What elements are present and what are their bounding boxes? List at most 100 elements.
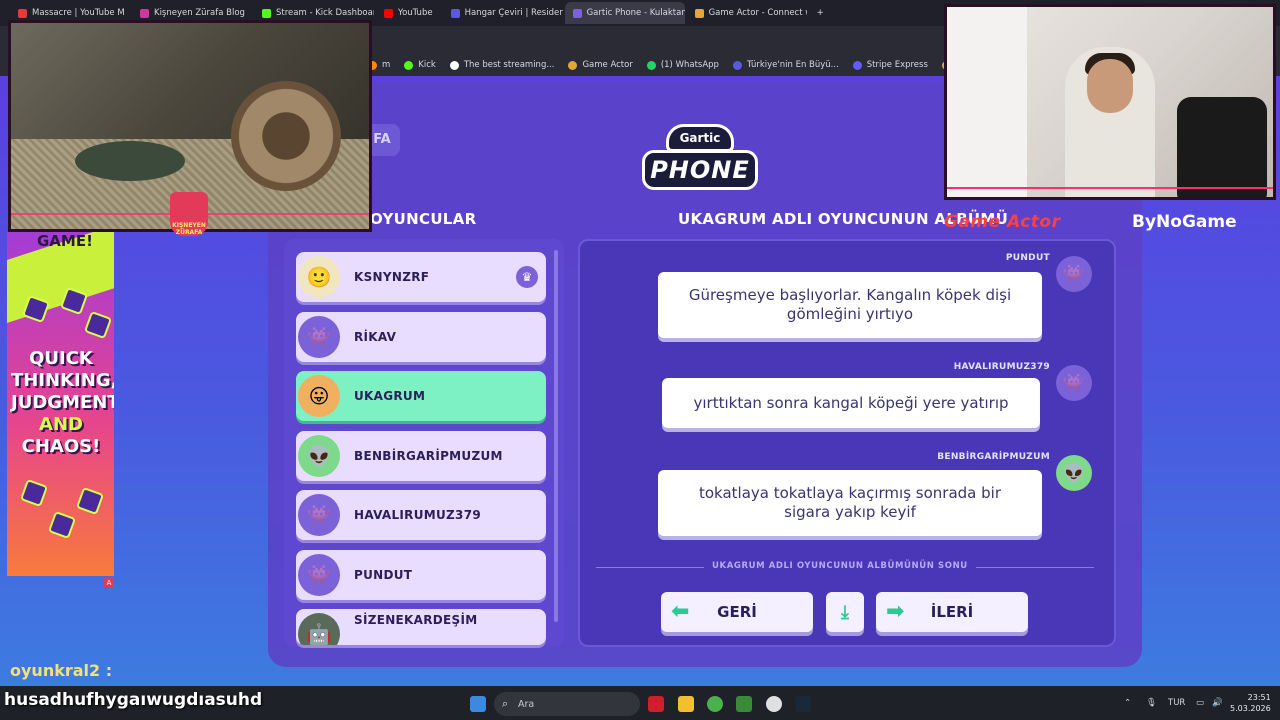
bookmark-item[interactable]: Stripe Express [852,60,928,70]
player-avatar-icon: 🤖 [298,613,340,645]
crown-icon: ♛ [516,266,538,288]
player-item[interactable]: 👾 PUNDUT [296,549,546,600]
tab-label: Kişneyen Zürafa Blog [154,8,245,18]
clock-date: 5.03.2026 [1230,704,1271,713]
bookmark-item[interactable]: Türkiye'nin En Büyü... [732,60,839,70]
new-tab-button[interactable]: + [809,2,832,24]
water-bowl [75,141,185,181]
player-item[interactable]: 🙂 KSNYNZRF ♛ [296,252,546,302]
next-button[interactable]: ➡ İLERİ [876,592,1028,632]
browser-tab[interactable]: Gartic Phone - Kulaktan K [564,2,685,24]
album-entry-author: HAVALIRUMUZ379 [953,362,1050,372]
album-end-text: UKAGRUM ADLI OYUNCUNUN ALBÜMÜNÜN SONU [704,561,976,571]
album-entry-avatar-icon: 👽 [1056,455,1092,491]
chat-message: husadhufhygaıwugdıasuhd [4,690,263,710]
opera-icon[interactable] [648,696,664,712]
player-avatar-icon: 🙂 [298,256,340,298]
bookmark-favicon-icon [404,60,414,70]
back-button[interactable]: ⬅ GERİ [661,592,813,632]
tab-favicon-icon [18,8,27,18]
ad-top-text: GAME! [37,232,93,250]
tab-favicon-icon [450,8,460,18]
album-entry-author: PUNDUT [1005,253,1050,263]
taskbar-clock[interactable]: 23:51 5.03.2026 [1230,692,1271,714]
ad-line-4: AND [39,414,83,435]
player-item[interactable]: 👾 HAVALIRUMUZ379 [296,490,546,540]
back-button-label: GERİ [717,603,757,621]
player-item[interactable]: 😛 UKAGRUM [296,371,546,421]
player-item[interactable]: 🤖 SİZENEKARDEŞİM [296,609,546,645]
browser-tab[interactable]: Game Actor - Connect wit [687,2,807,24]
card-icon [83,310,113,340]
player-name: PUNDUT [354,567,413,582]
download-button[interactable]: ⤓ [826,592,864,632]
bookmark-favicon-icon [568,60,578,70]
card-icon [19,478,49,508]
player-avatar-icon: 👾 [298,494,340,536]
player-name: RİKAV [354,329,397,344]
streamer-head [1087,59,1133,113]
exercise-wheel [231,81,341,191]
player-avatar-icon: 👾 [298,553,340,596]
chat-username: oyunkral2 : [10,661,113,680]
album-entry-avatar-icon: 👾 [1056,256,1092,292]
tab-favicon-icon [694,8,704,18]
bookmark-favicon-icon [449,60,459,70]
tab-favicon-icon [140,8,149,18]
search-icon: ⌕ [502,697,509,710]
volume-icon[interactable]: 🔊 [1212,698,1223,708]
bookmark-item[interactable]: Kick [404,60,436,70]
ad-line-2: THINKING, [11,370,114,391]
bookmark-item[interactable]: Game Actor [568,60,633,70]
ad-slogan: QUICK THINKING, JUDGMENT AND CHAOS! [11,348,114,458]
bookmark-label: m [382,60,391,70]
player-name: BENBİRGARİPMUZUM [354,448,503,463]
bookmark-label: The best streaming... [463,60,555,70]
ad-tag: A [104,578,114,588]
bookmark-favicon-icon [852,60,862,70]
bookmark-favicon-icon [732,60,742,70]
steam-icon[interactable] [795,696,811,712]
bookmark-label: Game Actor [582,60,633,70]
album-entry-text: yırttıktan sonra kangal köpeği yere yatı… [662,378,1040,428]
language-indicator[interactable]: TUR [1168,698,1185,708]
ad-banner[interactable]: GAME! QUICK THINKING, JUDGMENT AND CHAOS… [7,232,114,576]
file-explorer-icon[interactable] [678,696,694,712]
mic-icon[interactable]: 🎙 [1146,698,1157,708]
bookmark-item[interactable]: The best streaming... [449,60,555,70]
player-name: UKAGRUM [354,389,426,403]
webcam-streamer [944,4,1276,200]
obs-icon[interactable] [766,696,782,712]
arrow-left-icon: ⬅ [671,599,690,624]
player-avatar-icon: 😛 [298,375,340,417]
players-scrollbar[interactable] [554,250,558,622]
ad-line-1: QUICK [29,348,93,369]
logo-bottom-text: PHONE [642,150,758,190]
bookmark-item[interactable]: (1) WhatsApp [646,60,719,70]
windows-start-icon[interactable] [470,696,486,712]
tab-label: Hangar Çeviri | Resident E [464,8,563,18]
player-item[interactable]: 👽 BENBİRGARİPMUZUM [296,430,546,481]
player-item[interactable]: 👾 RİKAV [296,311,546,362]
next-button-label: İLERİ [930,603,974,621]
taskbar-search[interactable]: ⌕ Ara [494,692,640,716]
logo-top-text: Gartic [666,124,734,152]
bookmark-label: (1) WhatsApp [660,60,719,70]
download-icon: ⤓ [841,601,849,623]
card-icon [47,510,77,540]
browser-tab[interactable]: YouTube [376,2,441,24]
minecraft-icon[interactable] [736,696,752,712]
browser-tab[interactable]: Hangar Çeviri | Resident E [443,2,563,24]
background-light [947,7,1027,197]
gaming-chair [1177,97,1267,197]
bookmark-favicon-icon [646,60,656,70]
network-icon[interactable]: ▭ [1196,698,1204,708]
sponsor-bynogame: ByNoGame [1132,212,1237,232]
arrow-right-icon: ➡ [886,599,905,624]
clock-time: 23:51 [1247,693,1271,702]
card-icon [75,486,105,516]
search-placeholder: Ara [518,698,535,710]
bookmark-label: Kick [418,60,436,70]
chevron-up-icon[interactable]: ⌃ [1124,698,1131,708]
chrome-icon[interactable] [707,696,723,712]
